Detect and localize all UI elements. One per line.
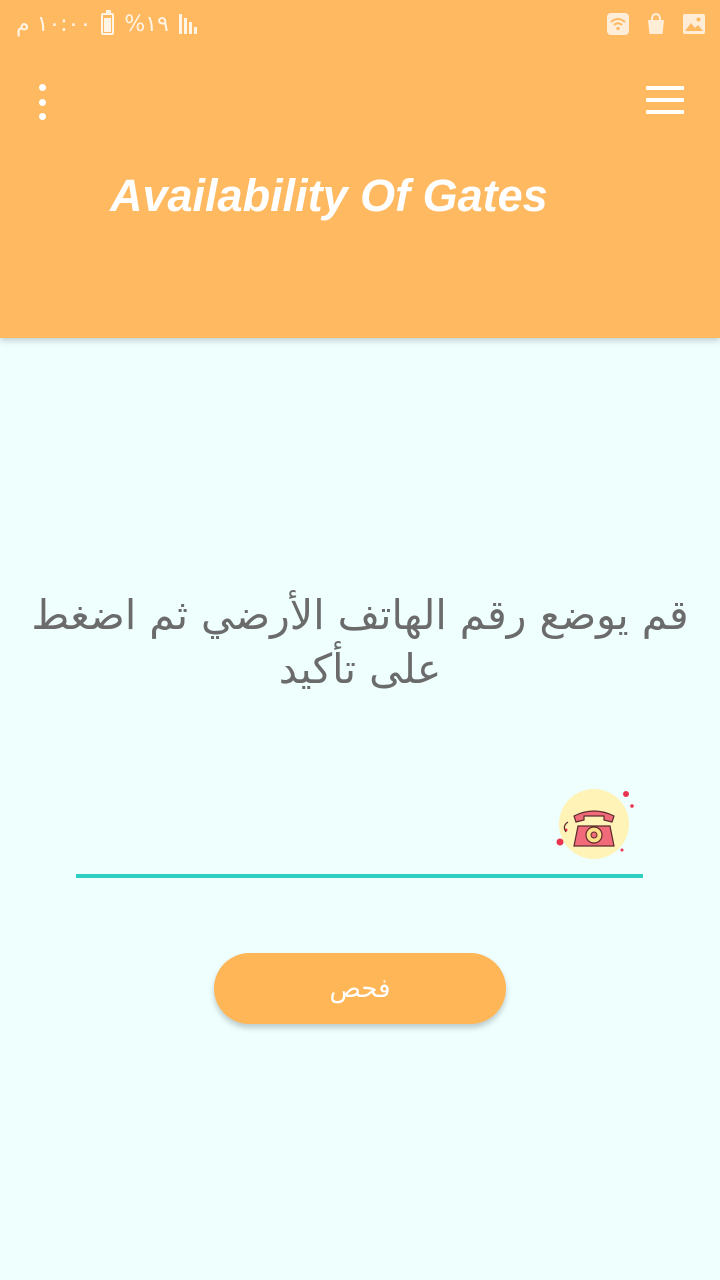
status-right-group	[606, 11, 706, 37]
hamburger-menu-icon[interactable]	[646, 86, 684, 114]
check-button[interactable]: فحص	[214, 953, 506, 1024]
phone-number-input[interactable]	[76, 800, 550, 862]
phone-number-field	[76, 789, 643, 878]
more-vert-icon[interactable]	[30, 84, 54, 120]
signal-icon	[178, 14, 197, 34]
page-title: Availability Of Gates	[110, 170, 548, 221]
image-icon	[683, 14, 705, 34]
status-time: ١٠:٠٠ م	[16, 11, 92, 37]
telephone-icon	[556, 789, 634, 859]
status-bar: ١٠:٠٠ م %١٩	[0, 0, 720, 48]
wifi-icon	[607, 13, 629, 35]
battery-icon	[101, 10, 115, 35]
status-left-group: ١٠:٠٠ م %١٩	[16, 10, 197, 38]
input-underline	[76, 874, 643, 878]
shopping-bag-icon	[648, 12, 664, 34]
battery-percent: %١٩	[124, 11, 169, 37]
instruction-text: قم يوضع رقم الهاتف الأرضي ثم اضغط على تأ…	[31, 591, 689, 693]
app-header: ١٠:٠٠ م %١٩ Availability Of Gates	[0, 0, 720, 338]
